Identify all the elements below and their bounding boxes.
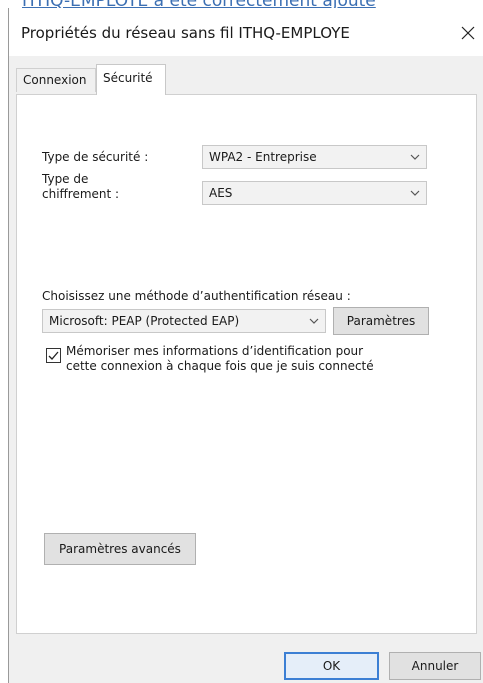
close-icon[interactable] — [457, 22, 479, 44]
auth-method-dropdown[interactable]: Microsoft: PEAP (Protected EAP) — [42, 309, 326, 333]
advanced-settings-button[interactable]: Paramètres avancés — [44, 533, 196, 565]
remember-credentials-label-line1: Mémoriser mes informations d’identificat… — [66, 344, 364, 358]
encryption-type-label-line1: Type de — [42, 172, 89, 186]
security-type-dropdown[interactable]: WPA2 - Entreprise — [202, 145, 427, 169]
ok-button[interactable]: OK — [284, 652, 379, 680]
security-type-label: Type de sécurité : — [42, 150, 149, 164]
security-tab-panel: Type de sécurité : WPA2 - Entreprise Typ… — [16, 94, 477, 634]
auth-method-value: Microsoft: PEAP (Protected EAP) — [49, 314, 240, 328]
cancel-button[interactable]: Annuler — [389, 652, 481, 680]
dialog-title: Propriétés du réseau sans fil ITHQ-EMPLO… — [21, 24, 350, 42]
check-icon — [48, 351, 59, 360]
encryption-type-label-line2: chiffrement : — [42, 187, 120, 201]
encryption-type-dropdown[interactable]: AES — [202, 181, 427, 205]
remember-credentials-label-line2: cette connexion à chaque fois que je sui… — [66, 359, 374, 373]
network-properties-dialog: Propriétés du réseau sans fil ITHQ-EMPLO… — [8, 8, 483, 683]
chevron-down-icon — [410, 154, 420, 160]
auth-method-label: Choisissez une méthode d’authentificatio… — [42, 289, 351, 303]
auth-settings-button[interactable]: Paramètres — [333, 307, 429, 335]
dialog-client-area: Connexion Sécurité Type de sécurité : WP… — [9, 56, 483, 683]
chevron-down-icon — [309, 318, 319, 324]
tab-connexion[interactable]: Connexion — [16, 68, 96, 92]
encryption-type-value: AES — [209, 186, 233, 200]
security-type-value: WPA2 - Entreprise — [209, 150, 317, 164]
tab-securite[interactable]: Sécurité — [96, 64, 166, 95]
remember-credentials-checkbox[interactable] — [46, 348, 61, 363]
chevron-down-icon — [410, 190, 420, 196]
